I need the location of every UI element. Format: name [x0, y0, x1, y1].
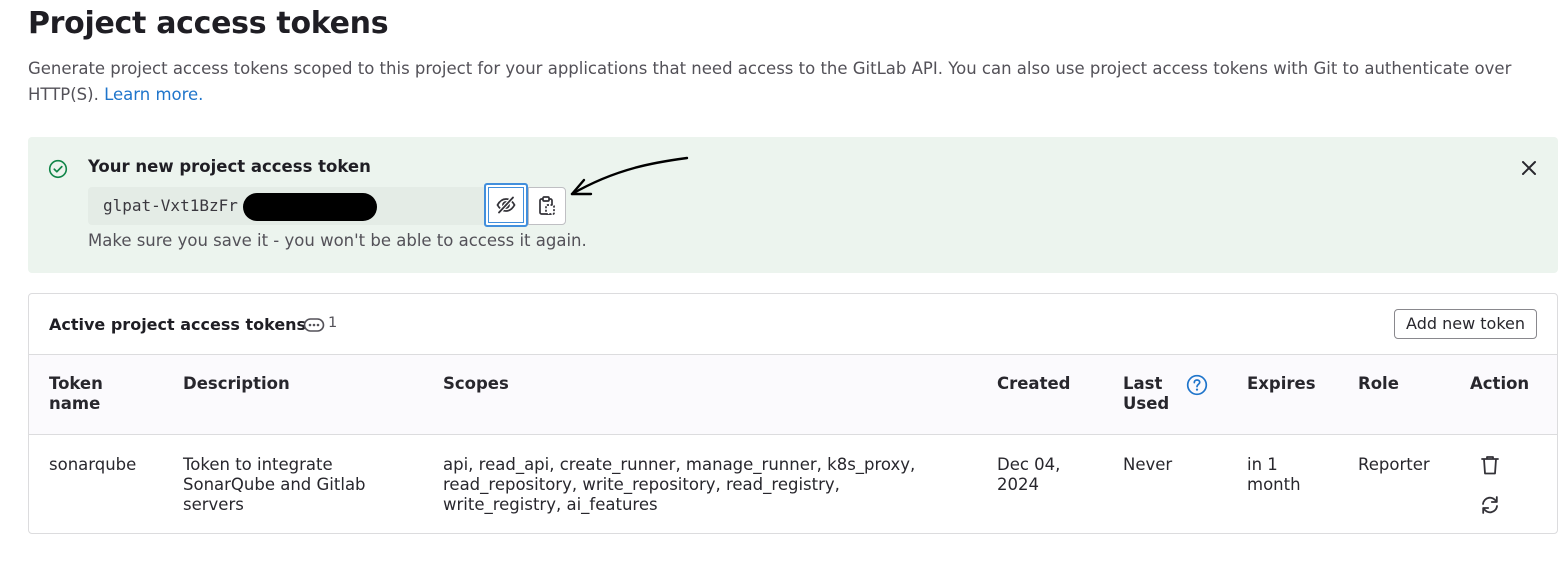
col-token-name-line1: Token — [49, 374, 103, 393]
col-token-name: Token name — [49, 374, 103, 414]
alert-title: Your new project access token — [88, 157, 371, 176]
col-last-used-line2: Used — [1123, 394, 1170, 413]
description-line: servers — [183, 495, 244, 514]
created-cell: Dec 04, 2024 — [997, 455, 1060, 495]
created-line: Dec 04, — [997, 455, 1061, 474]
col-token-name-line2: name — [49, 394, 101, 413]
token-count: 1 — [328, 315, 338, 331]
card-title: Active project access tokens — [49, 315, 307, 334]
close-icon[interactable] — [1520, 159, 1538, 177]
expires-line: month — [1247, 475, 1301, 494]
description-line: SonarQube and Gitlab — [183, 475, 366, 494]
alert-note: Make sure you save it - you won't be abl… — [88, 231, 587, 250]
expires-line: in 1 — [1247, 455, 1278, 474]
role-cell: Reporter — [1358, 455, 1430, 474]
scopes-line: write_registry, ai_features — [443, 495, 658, 514]
add-new-token-button[interactable]: Add new token — [1394, 309, 1537, 339]
card-header: Active project access tokens 1 Add new t… — [29, 294, 1557, 355]
description-cell: Token to integrate SonarQube and Gitlab … — [183, 455, 366, 515]
eye-slash-icon — [496, 196, 516, 214]
token-field[interactable]: glpat-Vxt1BzFr — [88, 187, 484, 225]
page-title: Project access tokens — [28, 6, 389, 41]
toggle-visibility-button[interactable] — [484, 183, 528, 227]
rotate-icon[interactable] — [1479, 494, 1501, 516]
trash-icon[interactable] — [1479, 454, 1501, 476]
scopes-line: api, read_api, create_runner, manage_run… — [443, 455, 916, 474]
page-description: Generate project access tokens scoped to… — [28, 56, 1528, 108]
token-count-icon — [303, 318, 325, 332]
learn-more-link[interactable]: Learn more. — [104, 85, 203, 104]
check-circle-icon — [48, 159, 68, 179]
redaction-mark — [243, 193, 377, 221]
question-icon[interactable] — [1186, 374, 1208, 396]
copy-token-button[interactable] — [528, 187, 566, 225]
success-alert: Your new project access token glpat-Vxt1… — [28, 137, 1558, 273]
scopes-cell: api, read_api, create_runner, manage_run… — [443, 455, 915, 515]
col-role: Role — [1358, 374, 1399, 393]
expires-cell: in 1 month — [1247, 455, 1301, 495]
active-tokens-card: Active project access tokens 1 Add new t… — [28, 293, 1558, 534]
col-scopes: Scopes — [443, 374, 509, 393]
col-action: Action — [1470, 374, 1530, 393]
token-name-cell: sonarqube — [49, 455, 137, 474]
clipboard-icon — [539, 196, 555, 215]
annotation-arrow — [570, 156, 689, 196]
created-line: 2024 — [997, 475, 1039, 494]
col-created: Created — [997, 374, 1071, 393]
token-value: glpat-Vxt1BzFr — [103, 196, 238, 215]
description-line: Token to integrate — [183, 455, 333, 474]
col-last-used: Last Used — [1123, 374, 1169, 414]
col-description: Description — [183, 374, 290, 393]
last-used-cell: Never — [1123, 455, 1173, 474]
scopes-line: read_repository, write_repository, read_… — [443, 475, 840, 494]
description-text: Generate project access tokens scoped to… — [28, 59, 1512, 104]
col-expires: Expires — [1247, 374, 1316, 393]
col-last-used-line1: Last — [1123, 374, 1163, 393]
table-header: Token name Description Scopes Created La… — [29, 355, 1557, 435]
